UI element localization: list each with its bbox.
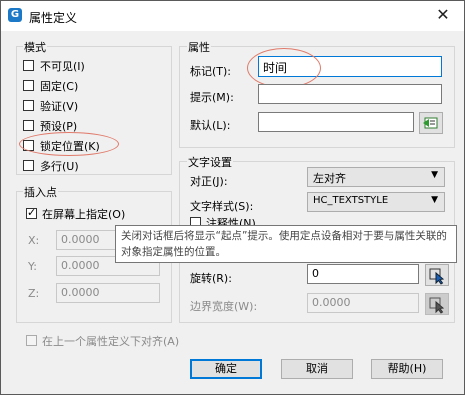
tooltip: 关闭对话框后将显示“起点”提示。使用定点设备相对于要与属性关联的对象指定属性的位… [115, 225, 457, 263]
chevron-down-icon: ▼ [431, 170, 438, 180]
text-style-dropdown[interactable]: HC_TEXTSTYLE ▼ [307, 192, 445, 212]
prompt-label: 提示(M): [190, 91, 234, 104]
align-below-label: 在上一个属性定义下对齐(A) [42, 335, 180, 348]
invisible-label: 不可见(I) [40, 60, 85, 73]
y-label: Y: [28, 260, 37, 273]
verify-checkbox[interactable] [23, 100, 34, 111]
justify-dropdown[interactable]: 左对齐 ▼ [307, 167, 445, 187]
default-label: 默认(L): [190, 119, 231, 132]
mode-group-label: 模式 [23, 39, 47, 55]
rotation-field[interactable]: 0 [307, 264, 419, 284]
cancel-button[interactable]: 取消 [281, 359, 353, 379]
align-below-checkbox [26, 335, 37, 346]
default-field[interactable] [258, 112, 414, 132]
verify-label: 验证(V) [40, 100, 79, 113]
attribute-definition-dialog: G 属性定义 ✕ 模式 不可见(I) 固定(C) 验证(V) 预设(P) 锁定位… [0, 0, 465, 395]
specify-on-screen-checkbox[interactable] [26, 206, 37, 219]
insertion-point-label: 插入点 [23, 184, 58, 200]
insert-field-icon [423, 117, 438, 129]
pick-boundary-button [425, 293, 449, 315]
cursor-pick-icon [429, 297, 445, 314]
prompt-field[interactable] [258, 84, 442, 104]
insert-field-button[interactable] [419, 112, 443, 134]
ok-button[interactable]: 确定 [190, 359, 262, 379]
constant-label: 固定(C) [40, 80, 79, 93]
text-style-label: 文字样式(S): [190, 200, 254, 213]
app-logo-icon: G [8, 8, 22, 22]
attribute-group-label: 属性 [187, 39, 211, 55]
chevron-down-icon: ▼ [431, 195, 438, 205]
help-button[interactable]: 帮助(H) [371, 359, 443, 379]
text-settings-label: 文字设置 [187, 154, 233, 170]
title-bar: G 属性定义 ✕ [1, 1, 464, 31]
justify-value: 左对齐 [313, 172, 346, 185]
close-icon[interactable]: ✕ [434, 6, 452, 24]
z-coordinate-field: 0.0000 [56, 283, 160, 303]
annotation-circle-lock [19, 132, 119, 156]
cursor-pick-icon [429, 268, 445, 285]
rotation-label: 旋转(R): [190, 272, 232, 285]
boundary-width-field: 0.0000 [307, 293, 419, 313]
boundary-width-label: 边界宽度(W): [190, 300, 258, 313]
specify-on-screen-label: 在屏幕上指定(O) [42, 208, 126, 221]
annotation-circle-tag [247, 48, 321, 88]
pick-rotation-button[interactable] [425, 264, 449, 286]
tag-label: 标记(T): [190, 65, 232, 78]
justify-label: 对正(J): [190, 175, 228, 188]
preset-checkbox[interactable] [23, 120, 34, 131]
invisible-checkbox[interactable] [23, 60, 34, 71]
window-title: 属性定义 [29, 11, 78, 25]
multiline-checkbox[interactable] [23, 160, 34, 171]
text-style-value: HC_TEXTSTYLE [313, 195, 389, 206]
constant-checkbox[interactable] [23, 80, 34, 91]
x-label: X: [28, 234, 40, 247]
z-label: Z: [28, 287, 40, 300]
multiline-label: 多行(U) [40, 160, 79, 173]
